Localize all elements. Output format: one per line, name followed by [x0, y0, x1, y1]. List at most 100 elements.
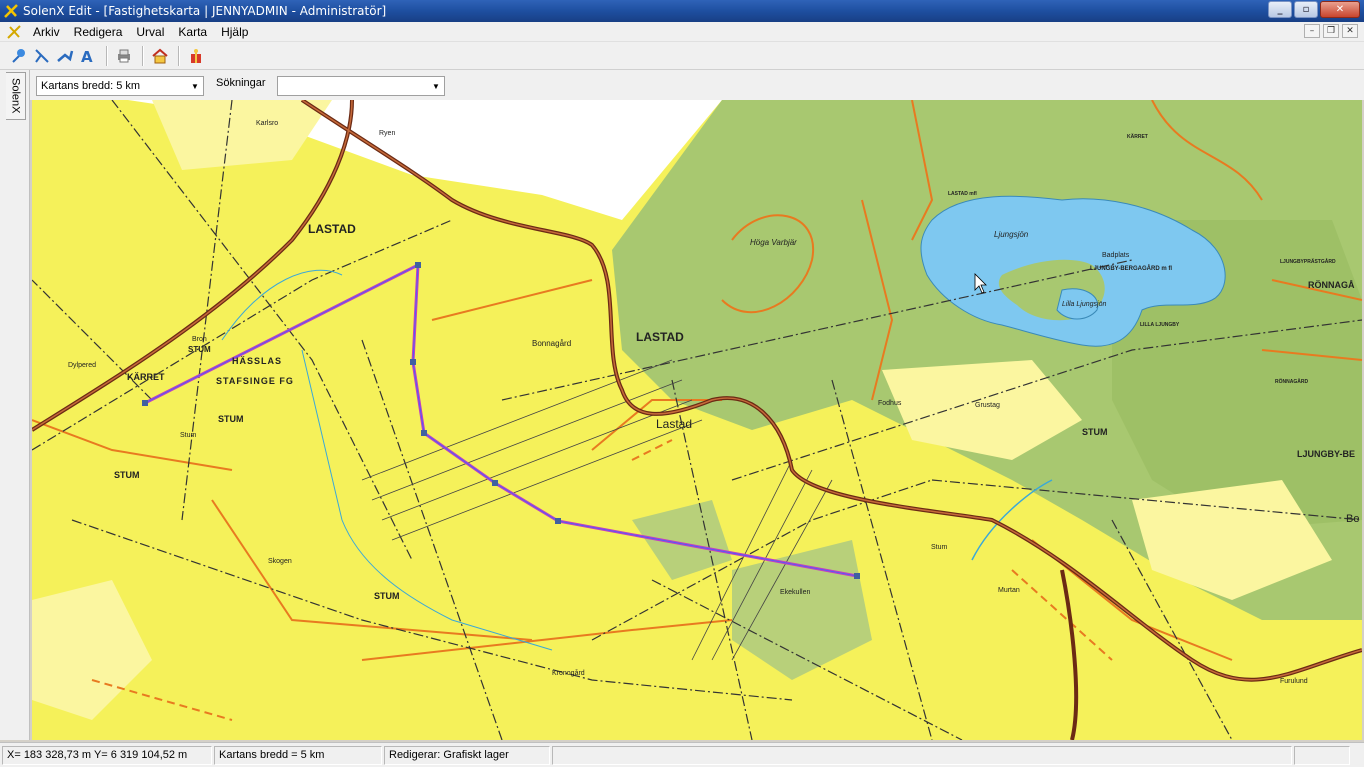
search-combo[interactable]: ▼: [277, 76, 445, 96]
forest-area: [632, 500, 732, 580]
map-label: KÄRRET: [127, 372, 165, 382]
map-label: Furulund: [1280, 678, 1308, 685]
map-label: LASTAD: [636, 330, 684, 344]
status-edit-layer: Redigerar: Grafiskt lager: [384, 745, 550, 765]
toolbar-separator: [178, 45, 179, 66]
status-empty-1: [552, 745, 1292, 765]
close-button[interactable]: ✕: [1320, 1, 1360, 18]
menu-redigera[interactable]: Redigera: [67, 22, 130, 42]
map-label: LILLA LJUNGBY: [1140, 322, 1180, 328]
chevron-down-icon[interactable]: ▼: [428, 77, 444, 95]
home-icon: [152, 48, 168, 63]
move-icon: [57, 50, 74, 62]
status-coordinates: X= 183 328,73 m Y= 6 319 104,52 m: [2, 745, 212, 765]
svg-text:A: A: [81, 48, 93, 65]
vertex-handle[interactable]: [415, 262, 421, 268]
menu-arkiv[interactable]: Arkiv: [26, 22, 67, 42]
map-label: STUM: [188, 345, 211, 354]
map-label: Ryen: [379, 130, 395, 137]
solenx-side-tab[interactable]: SolenX: [6, 72, 26, 120]
text-tool-icon: A: [81, 48, 93, 65]
map-label: Lilla Ljungsjön: [1062, 301, 1106, 308]
toolbar-separator: [142, 45, 143, 66]
forest-area: [732, 540, 872, 680]
solenx-side-tab-label: SolenX: [9, 78, 22, 114]
map-label: RÖNNAGÅRD: [1275, 378, 1308, 385]
map-label: LASTAD mfl: [948, 191, 977, 197]
map-label: LJUNGBY-BERGAGÅRD m fl: [1090, 265, 1172, 272]
vertex-handle[interactable]: [421, 430, 427, 436]
map-label: Stum: [931, 544, 948, 551]
map-label: STUM: [1082, 427, 1108, 437]
status-map-width: Kartans bredd = 5 km: [214, 745, 382, 765]
mdi-restore-button[interactable]: ❐: [1323, 24, 1339, 38]
move-tool-button[interactable]: [54, 45, 76, 67]
menu-hjalp[interactable]: Hjälp: [214, 22, 255, 42]
map-label: Grustag: [975, 402, 1000, 409]
map-label: Fodhus: [878, 400, 902, 407]
map-label: STUM: [114, 470, 140, 480]
menu-urval[interactable]: Urval: [129, 22, 171, 42]
map-width-value: Kartans bredd: 5 km: [41, 80, 141, 92]
map-label: Bron: [192, 336, 207, 343]
vertex-handle[interactable]: [492, 480, 498, 486]
vertex-handle[interactable]: [854, 573, 860, 579]
draw-line-icon: [35, 48, 49, 63]
map-label: Murtan: [998, 587, 1020, 594]
document-icon: [7, 24, 21, 39]
property-map[interactable]: Karlsro Ryen LASTAD LASTAD Lastad Höga V…: [32, 100, 1362, 740]
map-label: KÄRRET: [1127, 133, 1148, 140]
text-tool-button[interactable]: A: [77, 45, 99, 67]
title-bar: SolenX Edit - [Fastighetskarta | JENNYAD…: [0, 0, 1364, 22]
toolbar-separator: [106, 45, 107, 66]
mdi-close-button[interactable]: ✕: [1342, 24, 1358, 38]
search-label: Sökningar: [216, 77, 266, 89]
map-label: LJUNGBY-BE: [1297, 449, 1355, 459]
toolbar: A: [0, 42, 1364, 70]
map-label: STUM: [218, 414, 244, 424]
draw-line-button[interactable]: [31, 45, 53, 67]
gift-button[interactable]: [185, 45, 207, 67]
vertex-handle[interactable]: [555, 518, 561, 524]
map-label: HÄSSLAS: [232, 356, 282, 366]
pin-tool-button[interactable]: [8, 45, 30, 67]
vertex-handle[interactable]: [410, 359, 416, 365]
maximize-button[interactable]: ▫: [1294, 1, 1318, 18]
vertex-handle[interactable]: [142, 400, 148, 406]
map-canvas[interactable]: Karlsro Ryen LASTAD LASTAD Lastad Höga V…: [32, 100, 1362, 740]
map-width-select[interactable]: Kartans bredd: 5 km ▼: [36, 76, 204, 96]
map-label: Be: [1346, 513, 1359, 525]
mdi-minimize-button[interactable]: –: [1304, 24, 1320, 38]
solenx-app-icon: [4, 4, 18, 18]
map-label: LASTAD: [308, 222, 356, 236]
map-label: Dylpered: [68, 362, 96, 369]
print-button[interactable]: [113, 45, 135, 67]
status-empty-2: [1294, 745, 1350, 765]
map-label: Karlsro: [256, 120, 278, 127]
map-label: Bonnagård: [532, 339, 571, 348]
map-label: Kronogård: [552, 669, 585, 677]
map-label: STAFSINGE FG: [216, 376, 294, 386]
side-panel: [0, 70, 30, 740]
map-label: Lastad: [656, 417, 692, 431]
menu-karta[interactable]: Karta: [171, 22, 214, 42]
map-label: Skogen: [268, 558, 292, 565]
home-button[interactable]: [149, 45, 171, 67]
gift-icon: [191, 48, 201, 63]
open-field: [32, 580, 152, 720]
menu-bar: Arkiv Redigera Urval Karta Hjälp – ❐ ✕: [0, 22, 1364, 42]
print-icon: [118, 49, 130, 62]
chevron-down-icon[interactable]: ▼: [187, 77, 203, 95]
open-field: [152, 100, 332, 170]
map-label: RÖNNAGÅ: [1308, 280, 1355, 290]
window-title: SolenX Edit - [Fastighetskarta | JENNYAD…: [23, 4, 387, 18]
map-label: Ekekullen: [780, 589, 810, 596]
map-label: LJUNGBYPRÄSTGÅRD: [1280, 258, 1336, 265]
minimize-button[interactable]: _: [1268, 1, 1292, 18]
pin-tool-icon: [12, 48, 25, 63]
status-bar: X= 183 328,73 m Y= 6 319 104,52 m Kartan…: [0, 742, 1364, 767]
map-label: STUM: [374, 591, 400, 601]
map-label: Badplats: [1102, 252, 1130, 259]
map-label: Höga Varbjär: [750, 238, 797, 247]
map-label: Stum: [180, 432, 197, 439]
